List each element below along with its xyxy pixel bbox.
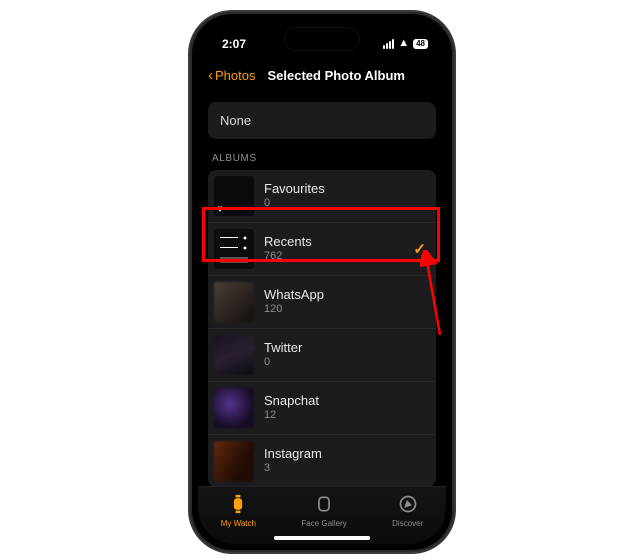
option-none[interactable]: None [208,102,436,139]
album-text: Instagram3 [264,446,322,476]
tab-label: My Watch [221,519,256,528]
album-text: Recents762 [264,234,312,264]
battery-icon: 48 [413,39,428,49]
album-name: Twitter [264,340,302,356]
album-thumbnail [214,335,254,375]
album-name: Favourites [264,181,325,197]
album-row[interactable]: Instagram3 [208,434,436,486]
screen: 2:07 ▲ 48 ‹ Photos Selected Photo Album [198,20,446,544]
album-thumbnail [214,176,254,216]
signal-icon [383,39,394,49]
option-none-label: None [220,113,251,128]
back-label: Photos [215,68,255,83]
checkmark-icon: ✓ [413,240,426,258]
album-thumbnail [214,282,254,322]
home-indicator [274,536,370,540]
album-name: Recents [264,234,312,250]
album-row[interactable]: Recents762 ✓ [208,222,436,275]
chevron-left-icon: ‹ [208,68,213,83]
album-row[interactable]: Snapchat12 [208,381,436,434]
album-text: WhatsApp120 [264,287,324,317]
album-row[interactable]: Twitter0 [208,328,436,381]
album-name: Snapchat [264,393,319,409]
album-count: 0 [264,356,302,370]
tab-label: Discover [392,519,423,528]
wifi-icon: ▲ [398,37,409,49]
album-text: Favourites0 [264,181,325,211]
back-button[interactable]: ‹ Photos [208,68,255,83]
compass-icon [398,494,418,516]
tab-my-watch[interactable]: My Watch [221,494,256,528]
tab-face-gallery[interactable]: Face Gallery [301,494,346,528]
tab-discover[interactable]: Discover [392,494,423,528]
nav-bar: ‹ Photos Selected Photo Album [198,58,446,91]
album-thumbnail [214,441,254,481]
album-count: 12 [264,409,319,423]
album-text: Twitter0 [264,340,302,370]
album-row[interactable]: Favourites0 [208,170,436,222]
album-thumbnail [214,388,254,428]
album-count: 0 [264,197,325,211]
status-time: 2:07 [222,37,246,51]
album-thumbnail [214,229,254,269]
album-name: Instagram [264,446,322,462]
watch-icon [228,494,248,516]
tab-label: Face Gallery [301,519,346,528]
album-list: Favourites0Recents762✓WhatsApp120Twitter… [208,170,436,486]
album-count: 3 [264,462,322,476]
face-icon [314,494,334,516]
section-header: ALBUMS [212,153,436,164]
canvas: 2:07 ▲ 48 ‹ Photos Selected Photo Album [0,0,640,560]
scroll-area[interactable]: None ALBUMS Favourites0Recents762✓WhatsA… [198,92,446,486]
iphone-frame: 2:07 ▲ 48 ‹ Photos Selected Photo Album [188,10,456,554]
album-row[interactable]: WhatsApp120 [208,275,436,328]
page-title: Selected Photo Album [267,68,404,83]
dynamic-island [285,28,359,50]
album-count: 120 [264,303,324,317]
album-name: WhatsApp [264,287,324,303]
album-text: Snapchat12 [264,393,319,423]
album-count: 762 [264,250,312,264]
